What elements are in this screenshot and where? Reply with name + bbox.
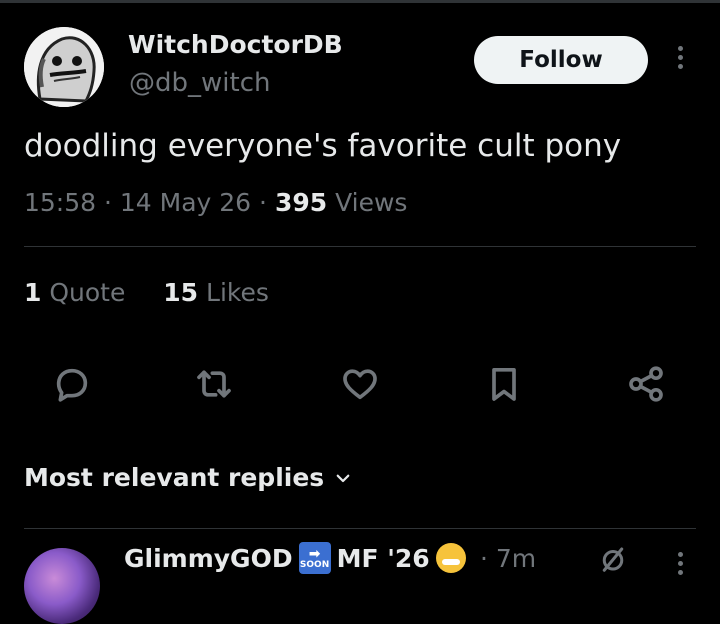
quotes-label: Quote [49, 278, 126, 307]
grimace-emoji-icon [435, 543, 466, 573]
reply-icon[interactable] [52, 364, 92, 404]
avatar-doodle-image [24, 27, 104, 107]
author-avatar[interactable] [24, 27, 104, 107]
share-icon[interactable] [626, 364, 666, 404]
replies-sort-label: Most relevant replies [24, 463, 325, 492]
quotes-stat[interactable]: 1 Quote [24, 278, 125, 307]
tweet-time: 15:58 [24, 188, 97, 217]
top-divider [0, 0, 720, 3]
meta-separator: · [480, 544, 488, 573]
reply-item[interactable]: GlimmyGOD ➡ SOON MF '26 · 7m [0, 528, 720, 624]
replies-sort-dropdown[interactable]: Most relevant replies [24, 463, 352, 492]
reply-author-name-part: MF '26 [336, 543, 430, 573]
meta-separator: · [251, 188, 275, 217]
engagement-stats: 1 Quote 15 Likes [24, 278, 269, 307]
author-name[interactable]: WitchDoctorDB [128, 30, 343, 59]
like-icon[interactable] [340, 364, 380, 404]
more-options-icon[interactable] [670, 46, 690, 76]
reply-avatar[interactable] [24, 548, 100, 624]
bookmark-icon[interactable] [484, 364, 524, 404]
views-count: 395 [274, 188, 328, 217]
likes-count: 15 [163, 278, 199, 307]
chevron-down-icon [336, 474, 350, 482]
reply-author-name[interactable]: GlimmyGOD ➡ SOON MF '26 [124, 542, 466, 574]
reply-author-name-part: GlimmyGOD [124, 543, 293, 573]
author-handle[interactable]: @db_witch [129, 68, 270, 98]
meta-separator: · [96, 188, 120, 217]
soon-arrow-icon: ➡ SOON [298, 542, 331, 574]
tweet-date: 14 May 26 [119, 188, 252, 217]
reply-time-value: 7m [495, 544, 537, 573]
views-label: Views [327, 188, 408, 217]
quotes-count: 1 [24, 278, 42, 307]
likes-stat[interactable]: 15 Likes [163, 278, 269, 307]
tweet-meta: 15:58 · 14 May 26 · 395 Views [24, 188, 407, 217]
likes-label: Likes [206, 278, 269, 307]
reply-more-options-icon[interactable] [670, 552, 690, 576]
retweet-icon[interactable] [194, 364, 234, 404]
reply-time: · 7m [480, 544, 536, 573]
tweet-text: doodling everyone's favorite cult pony [24, 128, 622, 164]
follow-button[interactable]: Follow [474, 36, 648, 84]
divider [24, 246, 696, 247]
grok-icon[interactable] [598, 542, 628, 576]
